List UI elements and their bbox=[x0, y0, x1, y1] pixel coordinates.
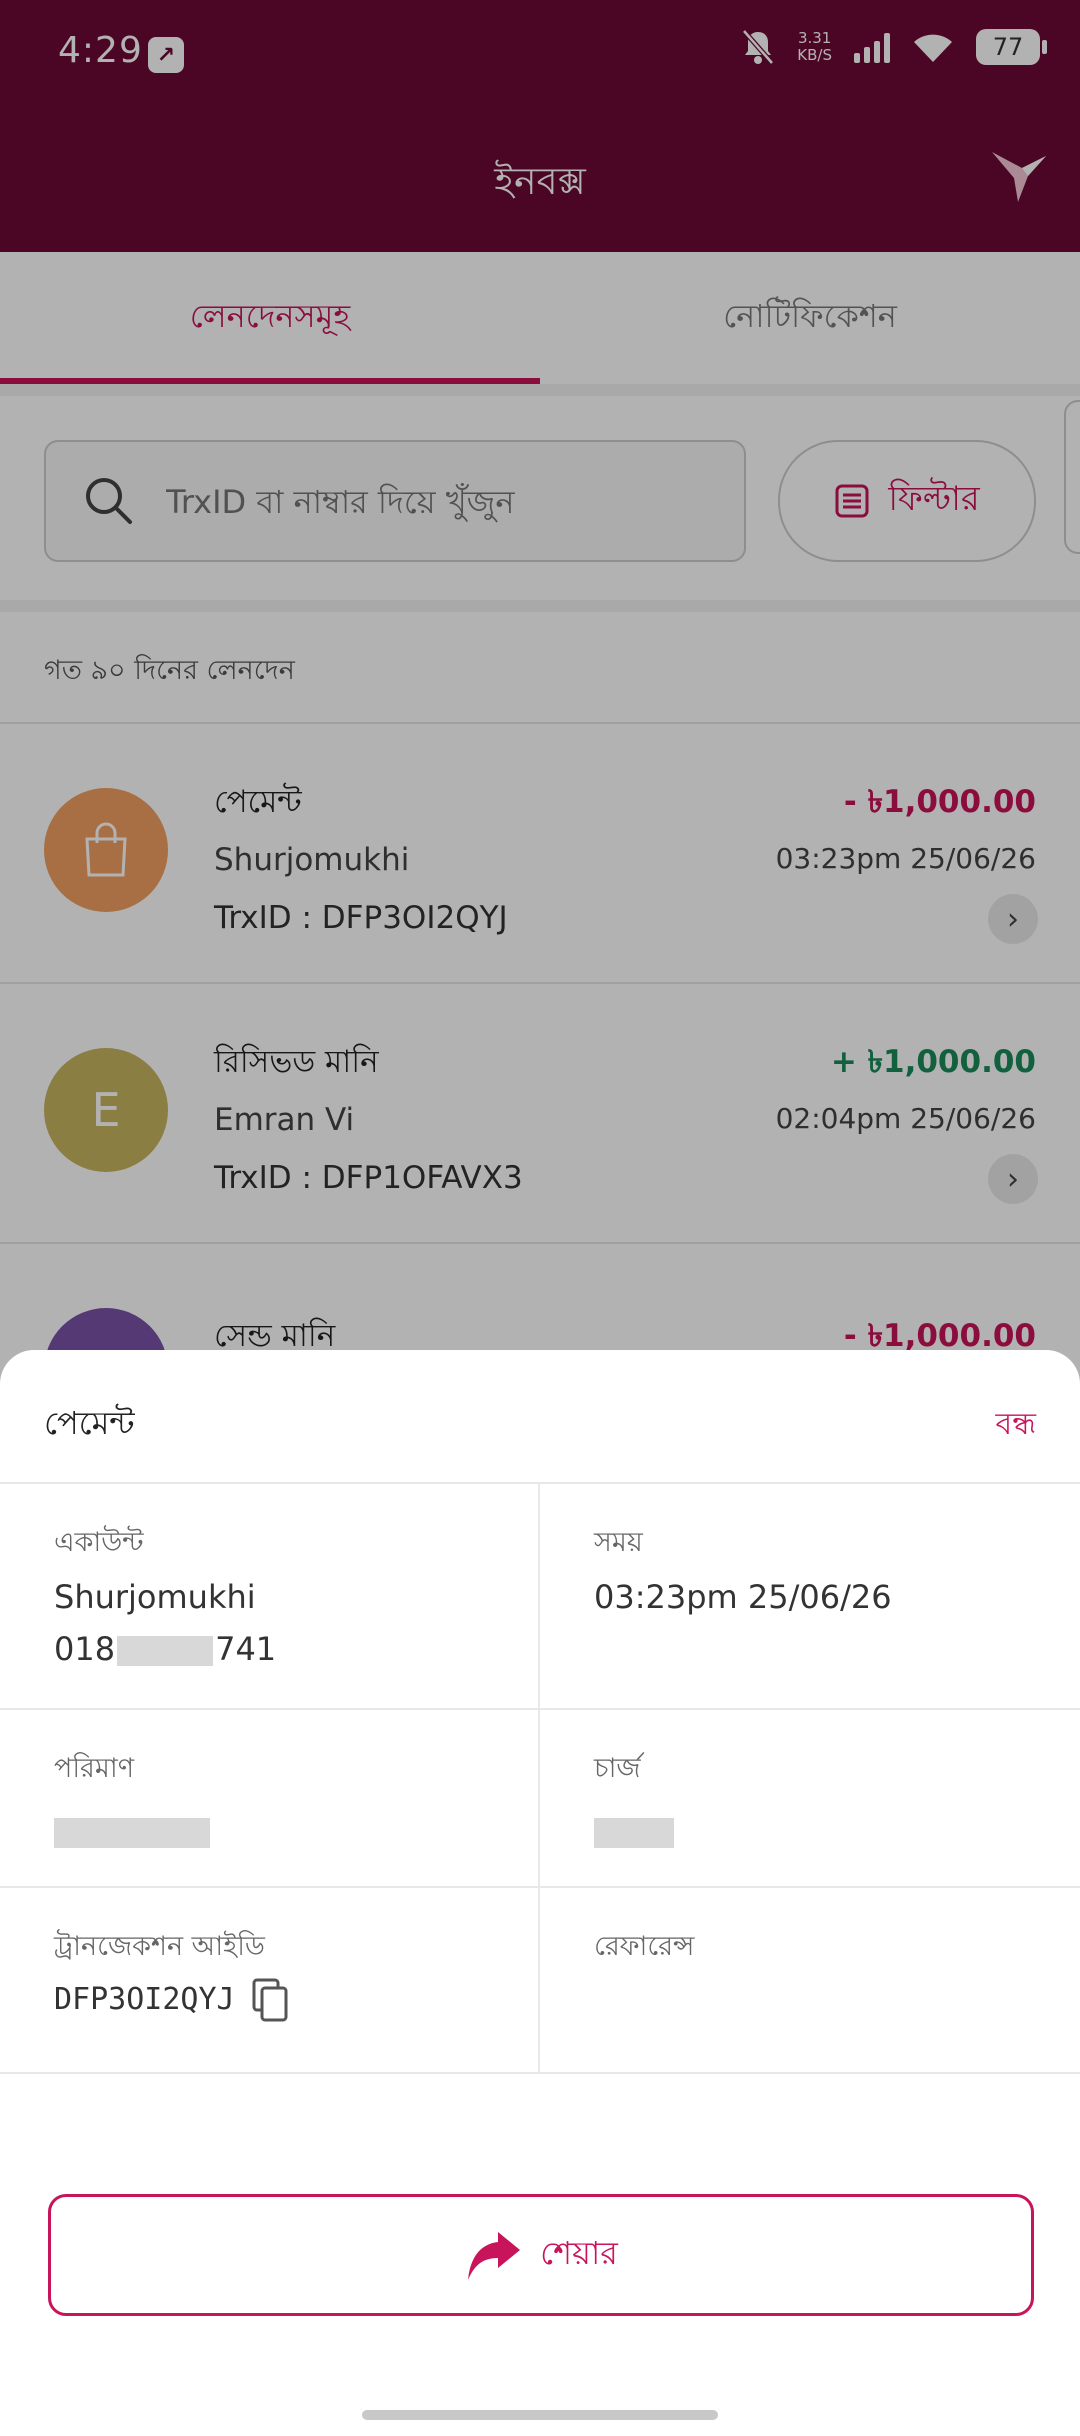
redacted-block bbox=[594, 1818, 674, 1848]
account-name: Shurjomukhi bbox=[54, 1578, 256, 1616]
close-button[interactable]: বন্ধ bbox=[996, 1400, 1036, 1451]
amount-cell: পরিমাণ bbox=[0, 1708, 540, 1886]
time-value: 03:23pm 25/06/26 bbox=[594, 1578, 892, 1616]
account-number-suffix: 741 bbox=[215, 1630, 277, 1668]
detail-row-amount-charge: পরিমাণ চার্জ bbox=[0, 1708, 1080, 1888]
sheet-header: পেমেন্ট বন্ধ bbox=[0, 1350, 1080, 1484]
detail-row-account-time: একাউন্ট Shurjomukhi 018 741 সময় 03:23pm … bbox=[0, 1482, 1080, 1710]
charge-value bbox=[594, 1812, 674, 1850]
amount-label: পরিমাণ bbox=[54, 1753, 135, 1784]
charge-cell: চার্জ bbox=[540, 1708, 1078, 1886]
amount-value bbox=[54, 1812, 210, 1850]
reference-cell: রেফারেন্স bbox=[540, 1886, 1078, 2072]
time-label: সময় bbox=[594, 1527, 643, 1558]
account-number: 018 741 bbox=[54, 1630, 276, 1668]
trx-id-label: ট্রানজেকশন আইডি bbox=[54, 1931, 265, 1962]
trx-id-value: DFP3OI2QYJ bbox=[54, 1982, 235, 2017]
transaction-detail-sheet: পেমেন্ট বন্ধ একাউন্ট Shurjomukhi 018 741 … bbox=[0, 1350, 1080, 2436]
copy-icon[interactable] bbox=[250, 1978, 290, 2022]
account-cell: একাউন্ট Shurjomukhi 018 741 bbox=[0, 1482, 540, 1708]
share-button-label: শেয়ার bbox=[540, 2234, 618, 2272]
home-indicator[interactable] bbox=[362, 2410, 718, 2420]
charge-label: চার্জ bbox=[594, 1753, 641, 1784]
reference-label: রেফারেন্স bbox=[594, 1931, 695, 1962]
trx-id-cell: ট্রানজেকশন আইডি DFP3OI2QYJ bbox=[0, 1886, 540, 2072]
share-arrow-icon bbox=[468, 2232, 521, 2280]
redacted-block bbox=[117, 1636, 214, 1666]
sheet-title: পেমেন্ট bbox=[44, 1404, 135, 1442]
account-label: একাউন্ট bbox=[54, 1527, 144, 1558]
redacted-block bbox=[54, 1818, 210, 1848]
share-button[interactable]: শেয়ার bbox=[48, 2194, 1034, 2316]
time-cell: সময় 03:23pm 25/06/26 bbox=[540, 1482, 1078, 1708]
account-number-prefix: 018 bbox=[54, 1630, 116, 1668]
detail-row-trxid-reference: ট্রানজেকশন আইডি DFP3OI2QYJ রেফারেন্স bbox=[0, 1886, 1080, 2074]
